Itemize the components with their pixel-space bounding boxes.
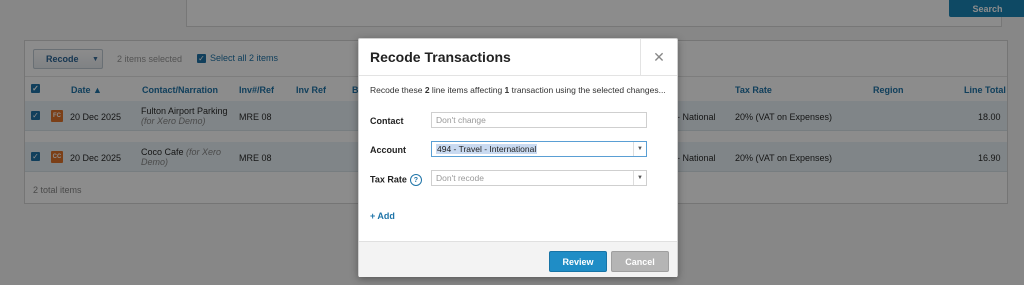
modal-footer: Review Cancel <box>359 241 677 277</box>
contact-placeholder: Don't change <box>436 115 486 125</box>
account-select[interactable]: 494 - Travel - International ▼ <box>431 141 647 157</box>
help-icon[interactable]: ? <box>409 174 422 186</box>
desc-post: transaction using the selected changes..… <box>509 85 666 95</box>
modal-description: Recode these 2 line items affecting 1 tr… <box>370 85 666 95</box>
desc-pre: Recode these <box>370 85 425 95</box>
modal-divider <box>359 75 677 76</box>
contact-field[interactable]: Don't change <box>431 112 647 128</box>
taxrate-label: Tax Rate? <box>370 174 422 186</box>
taxrate-select[interactable]: Don't recode ▼ <box>431 170 647 186</box>
account-value: 494 - Travel - International <box>436 144 538 154</box>
cancel-button[interactable]: Cancel <box>611 251 669 272</box>
taxrate-label-text: Tax Rate <box>370 174 407 185</box>
account-label: Account <box>370 145 406 155</box>
recode-modal: Recode Transactions ✕ Recode these 2 lin… <box>358 38 678 277</box>
taxrate-value: Don't recode <box>436 173 484 183</box>
chevron-down-icon[interactable]: ▼ <box>633 142 646 156</box>
desc-mid: line items affecting <box>429 85 505 95</box>
modal-title: Recode Transactions <box>370 49 511 65</box>
contact-label: Contact <box>370 116 404 126</box>
review-button[interactable]: Review <box>549 251 607 272</box>
chevron-down-icon[interactable]: ▼ <box>633 171 646 185</box>
add-link[interactable]: + Add <box>370 211 395 221</box>
close-icon[interactable]: ✕ <box>640 39 677 75</box>
